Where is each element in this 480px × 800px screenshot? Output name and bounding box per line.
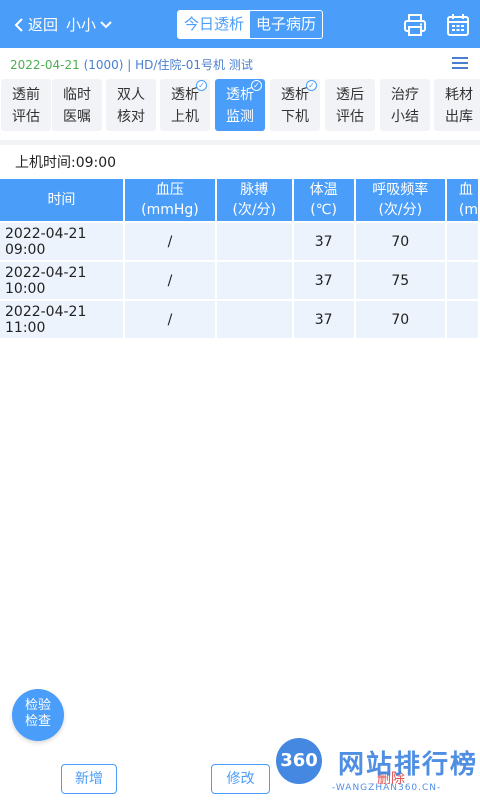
cell-resp: 75 [355, 262, 445, 299]
step-label-line1: 双人 [117, 87, 145, 103]
col-header-blood: 血 (m [446, 179, 478, 221]
back-button[interactable]: 返回 小小 [12, 14, 113, 35]
cell-blood [446, 223, 478, 260]
cell-time: 2022-04-21 09:00 [0, 223, 123, 260]
step-label-line2: 监测 [226, 109, 254, 125]
step-label-line1: 耗材 [445, 87, 473, 103]
cell-pulse [216, 262, 292, 299]
step-temp-order[interactable]: 临时 医嘱 [52, 79, 102, 131]
step-label-line2: 上机 [171, 109, 199, 125]
step-dialysis-monitor[interactable]: ✓ 透析 监测 [215, 79, 265, 131]
table-row[interactable]: 2022-04-21 10:00 / 37 75 [0, 262, 478, 299]
step-label-line2: 医嘱 [63, 109, 91, 125]
check-icon: ✓ [196, 80, 207, 91]
cell-blood [446, 301, 478, 338]
session-info: 2022-04-21 (1000) | HD/住院-01号机 测试 [10, 56, 253, 73]
start-time: 上机时间:09:00 [15, 155, 117, 171]
session-date: 2022-04-21 [10, 58, 80, 72]
step-label-line2: 评估 [12, 109, 40, 125]
cell-resp: 70 [355, 301, 445, 338]
view-toggle: 今日透析 电子病历 [177, 10, 323, 39]
check-icon: ✓ [306, 80, 317, 91]
edit-button[interactable]: 修改 [211, 764, 270, 794]
step-label-line1: 透后 [336, 87, 364, 103]
tab-today-dialysis[interactable]: 今日透析 [178, 11, 250, 38]
check-icon: ✓ [251, 80, 262, 91]
app-header: 返回 小小 今日透析 电子病历 [0, 0, 480, 48]
cell-temp: 37 [293, 262, 354, 299]
col-header-bp: 血压 (mmHg) [124, 179, 215, 221]
patient-name: 小小 [66, 16, 97, 34]
monitoring-table: 时间 血压 (mmHg) 脉搏 (次/分) 体温 (℃) 呼吸频率 (次/分) 血 (m … [0, 177, 480, 340]
col-header-pulse: 脉搏 (次/分) [216, 179, 292, 221]
step-label-line1: 临时 [63, 87, 91, 103]
table-row[interactable]: 2022-04-21 11:00 / 37 70 [0, 301, 478, 338]
step-consumables-out[interactable]: 耗材 出库 [434, 79, 480, 131]
calendar-icon[interactable] [445, 12, 471, 38]
step-label-line1: 治疗 [391, 87, 419, 103]
cell-temp: 37 [293, 223, 354, 260]
lab-exam-line2: 检查 [24, 714, 51, 729]
delete-button[interactable]: 删除 [363, 764, 419, 794]
lab-exam-button[interactable]: 检验 检查 [12, 689, 64, 741]
step-label-line1: 透前 [12, 87, 40, 103]
patient-selector[interactable]: 小小 [66, 14, 113, 35]
step-label-line2: 评估 [336, 109, 364, 125]
col-header-resp: 呼吸频率 (次/分) [355, 179, 445, 221]
step-dialysis-on[interactable]: ✓ 透析 上机 [160, 79, 210, 131]
cell-temp: 37 [293, 301, 354, 338]
step-label-line2: 下机 [281, 109, 309, 125]
step-label-line2: 核对 [117, 109, 145, 125]
step-double-check[interactable]: 双人 核对 [106, 79, 156, 131]
cell-pulse [216, 223, 292, 260]
chevron-down-icon [100, 20, 112, 28]
cell-resp: 70 [355, 223, 445, 260]
printer-icon[interactable] [402, 12, 428, 38]
cell-bp: / [124, 301, 215, 338]
chevron-left-icon [14, 17, 23, 32]
cell-blood [446, 262, 478, 299]
step-dialysis-off[interactable]: ✓ 透析 下机 [270, 79, 320, 131]
back-label: 返回 [28, 16, 59, 34]
tab-medical-record[interactable]: 电子病历 [250, 11, 322, 38]
section-divider [0, 140, 480, 145]
session-details: (1000) | HD/住院-01号机 测试 [79, 58, 253, 72]
cell-time: 2022-04-21 11:00 [0, 301, 123, 338]
cell-pulse [216, 301, 292, 338]
col-header-temp: 体温 (℃) [293, 179, 354, 221]
cell-bp: / [124, 223, 215, 260]
step-post-assessment[interactable]: 透后 评估 [325, 79, 375, 131]
step-pre-assessment[interactable]: 透前 评估 [1, 79, 51, 131]
table-row[interactable]: 2022-04-21 09:00 / 37 70 [0, 223, 478, 260]
step-label-line2: 小结 [391, 109, 419, 125]
step-label-line2: 出库 [445, 109, 473, 125]
col-header-time: 时间 [0, 179, 123, 221]
cell-bp: / [124, 262, 215, 299]
table-header-row: 时间 血压 (mmHg) 脉搏 (次/分) 体温 (℃) 呼吸频率 (次/分) 血 (m [0, 179, 478, 221]
cell-time: 2022-04-21 10:00 [0, 262, 123, 299]
watermark-badge: 360 [276, 738, 322, 784]
lab-exam-line1: 检验 [24, 698, 51, 713]
step-treatment-summary[interactable]: 治疗 小结 [380, 79, 430, 131]
menu-icon[interactable] [452, 56, 468, 70]
add-button[interactable]: 新增 [61, 764, 117, 794]
step-tabs: 透前 评估 临时 医嘱 双人 核对 ✓ 透析 上机 ✓ 透析 监测 ✓ 透析 下… [0, 78, 480, 134]
